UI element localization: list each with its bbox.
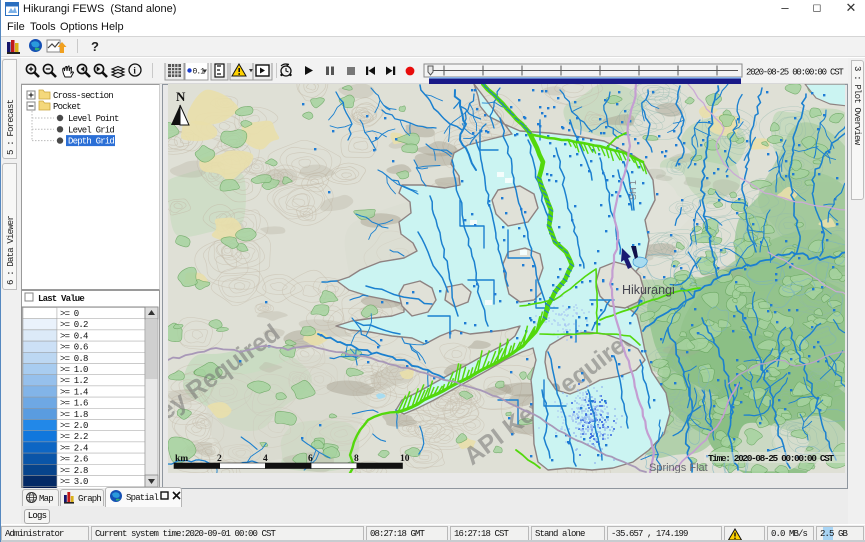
svg-text:Level Point: Level Point — [68, 114, 119, 124]
svg-text:>= 3.0: >= 3.0 — [60, 477, 88, 487]
svg-text:Last Value: Last Value — [38, 294, 84, 304]
svg-text:0.1: 0.1 — [193, 68, 206, 77]
svg-text:5 : Forecast: 5 : Forecast — [6, 99, 16, 155]
svg-text:3 : Plot Overview: 3 : Plot Overview — [852, 66, 862, 146]
svg-text:Depth Grid: Depth Grid — [68, 137, 114, 147]
svg-text:SH 1: SH 1 — [628, 180, 638, 200]
svg-text:>= 2.6: >= 2.6 — [60, 455, 88, 465]
svg-text:i: i — [133, 66, 136, 76]
svg-text:Level Grid: Level Grid — [68, 125, 114, 135]
svg-text:2020-08-25 00:00:00 CST: 2020-08-25 00:00:00 CST — [746, 68, 844, 78]
svg-text:>= 0.6: >= 0.6 — [60, 343, 88, 353]
svg-text:Cross-section: Cross-section — [53, 91, 113, 101]
svg-text:Hikurangi: Hikurangi — [622, 283, 675, 297]
svg-text:Map: Map — [39, 494, 53, 504]
svg-text:km: km — [175, 454, 188, 464]
svg-text:?: ? — [91, 39, 99, 54]
svg-text:10: 10 — [400, 454, 410, 464]
svg-text:Graph: Graph — [78, 494, 101, 504]
svg-text:>= 1.8: >= 1.8 — [60, 410, 88, 420]
svg-text:N: N — [176, 89, 186, 104]
svg-text:2: 2 — [217, 454, 222, 464]
svg-text:>= 0.2: >= 0.2 — [60, 320, 88, 330]
svg-text:Spatial: Spatial — [126, 493, 159, 503]
svg-text:>= 1.0: >= 1.0 — [60, 365, 88, 375]
svg-text:>= 1.2: >= 1.2 — [60, 376, 88, 386]
svg-text:>= 2.4: >= 2.4 — [60, 443, 88, 453]
svg-text:6 : Data Viewer: 6 : Data Viewer — [6, 216, 16, 285]
svg-text:4: 4 — [263, 454, 268, 464]
svg-text:>= 0: >= 0 — [60, 309, 79, 319]
svg-text:Springs Flat: Springs Flat — [649, 462, 708, 473]
svg-text:>= 1.6: >= 1.6 — [60, 399, 88, 409]
svg-text:Time: 2020-08-25 00:00:00 CST: Time: 2020-08-25 00:00:00 CST — [708, 453, 834, 464]
svg-text:8: 8 — [354, 454, 359, 464]
svg-text:6: 6 — [308, 454, 313, 464]
svg-text:>= 1.4: >= 1.4 — [60, 387, 88, 397]
svg-text:>= 2.2: >= 2.2 — [60, 432, 88, 442]
svg-text:>= 2.0: >= 2.0 — [60, 421, 88, 431]
svg-text:>= 0.8: >= 0.8 — [60, 354, 88, 364]
svg-text:>= 0.4: >= 0.4 — [60, 331, 88, 341]
svg-text:Pocket: Pocket — [53, 102, 81, 112]
svg-text:>= 2.8: >= 2.8 — [60, 466, 88, 476]
